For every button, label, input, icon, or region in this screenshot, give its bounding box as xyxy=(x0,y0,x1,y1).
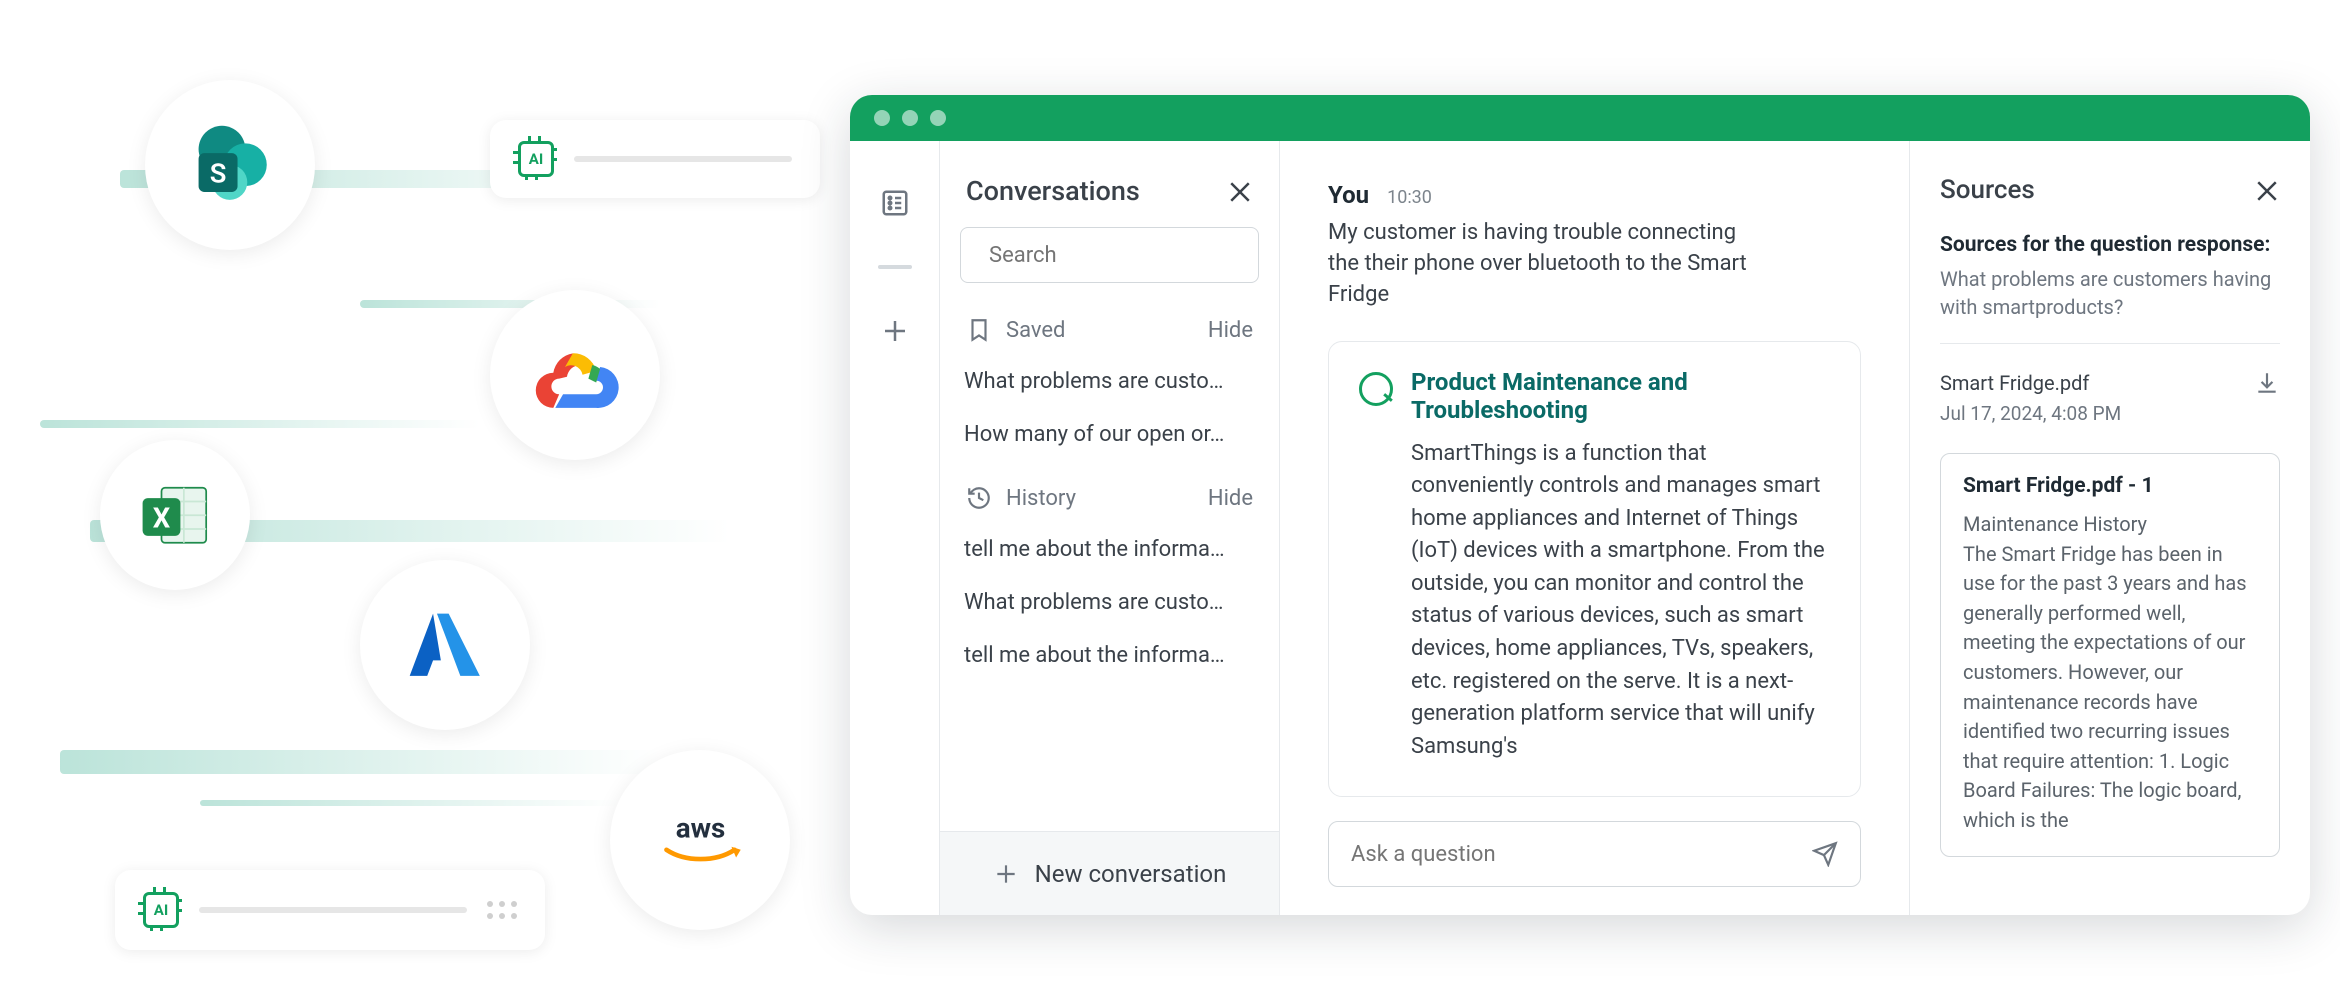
chat-panel: You 10:30 My customer is having trouble … xyxy=(1280,141,1910,915)
source-card-body: The Smart Fridge has been in use for the… xyxy=(1963,540,2257,836)
aws-icon: aws xyxy=(610,750,790,930)
placeholder-line xyxy=(199,907,467,913)
conversations-list-button[interactable] xyxy=(875,183,915,223)
excel-icon: X xyxy=(100,440,250,590)
window-titlebar xyxy=(850,95,2310,141)
conversation-item[interactable]: What problems are custo… xyxy=(940,355,1279,408)
ask-input-wrap[interactable] xyxy=(1328,821,1861,887)
google-cloud-icon xyxy=(490,290,660,460)
azure-icon xyxy=(360,560,530,730)
drag-handle-icon xyxy=(487,901,517,919)
sources-question: What problems are customers having with … xyxy=(1940,265,2280,344)
ai-response-title: Product Maintenance and Troubleshooting xyxy=(1411,368,1830,424)
send-icon[interactable] xyxy=(1812,841,1838,867)
ai-response-body: SmartThings is a function that convenien… xyxy=(1411,438,1830,763)
conversations-panel: Conversations Saved Hide What problems a… xyxy=(940,141,1280,915)
window-dot-icon xyxy=(874,110,890,126)
source-card-title: Smart Fridge.pdf - 1 xyxy=(1963,474,2257,498)
conversations-title: Conversations xyxy=(966,175,1140,207)
saved-label: Saved xyxy=(1006,318,1065,343)
svg-text:aws: aws xyxy=(675,811,725,844)
sources-panel: Sources Sources for the question respons… xyxy=(1910,141,2310,915)
download-icon[interactable] xyxy=(2254,370,2280,396)
ai-chip-card: AI xyxy=(490,120,820,198)
sources-subhead: Sources for the question response: xyxy=(1940,233,2280,257)
placeholder-line xyxy=(574,156,792,162)
source-card-heading: Maintenance History xyxy=(1963,510,2257,540)
plus-icon xyxy=(993,861,1019,887)
sharepoint-icon: S xyxy=(145,80,315,250)
user-message: My customer is having trouble connecting… xyxy=(1328,217,1748,311)
sender-you-label: You xyxy=(1328,181,1369,209)
conversations-app-window: Conversations Saved Hide What problems a… xyxy=(850,95,2310,915)
close-sources-button[interactable] xyxy=(2252,176,2280,204)
conversation-item[interactable]: tell me about the informa… xyxy=(940,629,1279,682)
hide-saved-button[interactable]: Hide xyxy=(1208,318,1253,343)
conversation-item[interactable]: How many of our open or… xyxy=(940,408,1279,461)
source-file-name[interactable]: Smart Fridge.pdf xyxy=(1940,371,2089,395)
hide-history-button[interactable]: Hide xyxy=(1208,486,1253,511)
sources-title: Sources xyxy=(1940,175,2035,205)
message-time: 10:30 xyxy=(1387,187,1432,208)
ai-response-card: Product Maintenance and Troubleshooting … xyxy=(1328,341,1861,797)
ai-chip-icon: AI xyxy=(518,141,554,177)
history-label: History xyxy=(1006,486,1076,511)
svg-text:S: S xyxy=(210,158,227,190)
search-input-wrap[interactable] xyxy=(960,227,1259,283)
new-button[interactable] xyxy=(875,311,915,351)
history-icon xyxy=(966,485,992,511)
svg-text:X: X xyxy=(153,501,171,534)
source-file-date: Jul 17, 2024, 4:08 PM xyxy=(1940,402,2280,425)
ask-input[interactable] xyxy=(1351,842,1812,867)
qlik-icon xyxy=(1359,372,1393,406)
conversation-item[interactable]: What problems are custo… xyxy=(940,576,1279,629)
conversation-item[interactable]: tell me about the informa… xyxy=(940,523,1279,576)
search-input[interactable] xyxy=(989,243,1267,268)
window-dot-icon xyxy=(902,110,918,126)
close-panel-button[interactable] xyxy=(1225,177,1253,205)
source-excerpt-card[interactable]: Smart Fridge.pdf - 1 Maintenance History… xyxy=(1940,453,2280,857)
ai-chip-icon: AI xyxy=(143,892,179,928)
nav-rail xyxy=(850,141,940,915)
ai-chip-card: AI xyxy=(115,870,545,950)
new-conversation-label: New conversation xyxy=(1035,860,1227,888)
rail-divider xyxy=(878,265,912,269)
new-conversation-button[interactable]: New conversation xyxy=(940,831,1279,915)
window-dot-icon xyxy=(930,110,946,126)
bookmark-icon xyxy=(966,317,992,343)
